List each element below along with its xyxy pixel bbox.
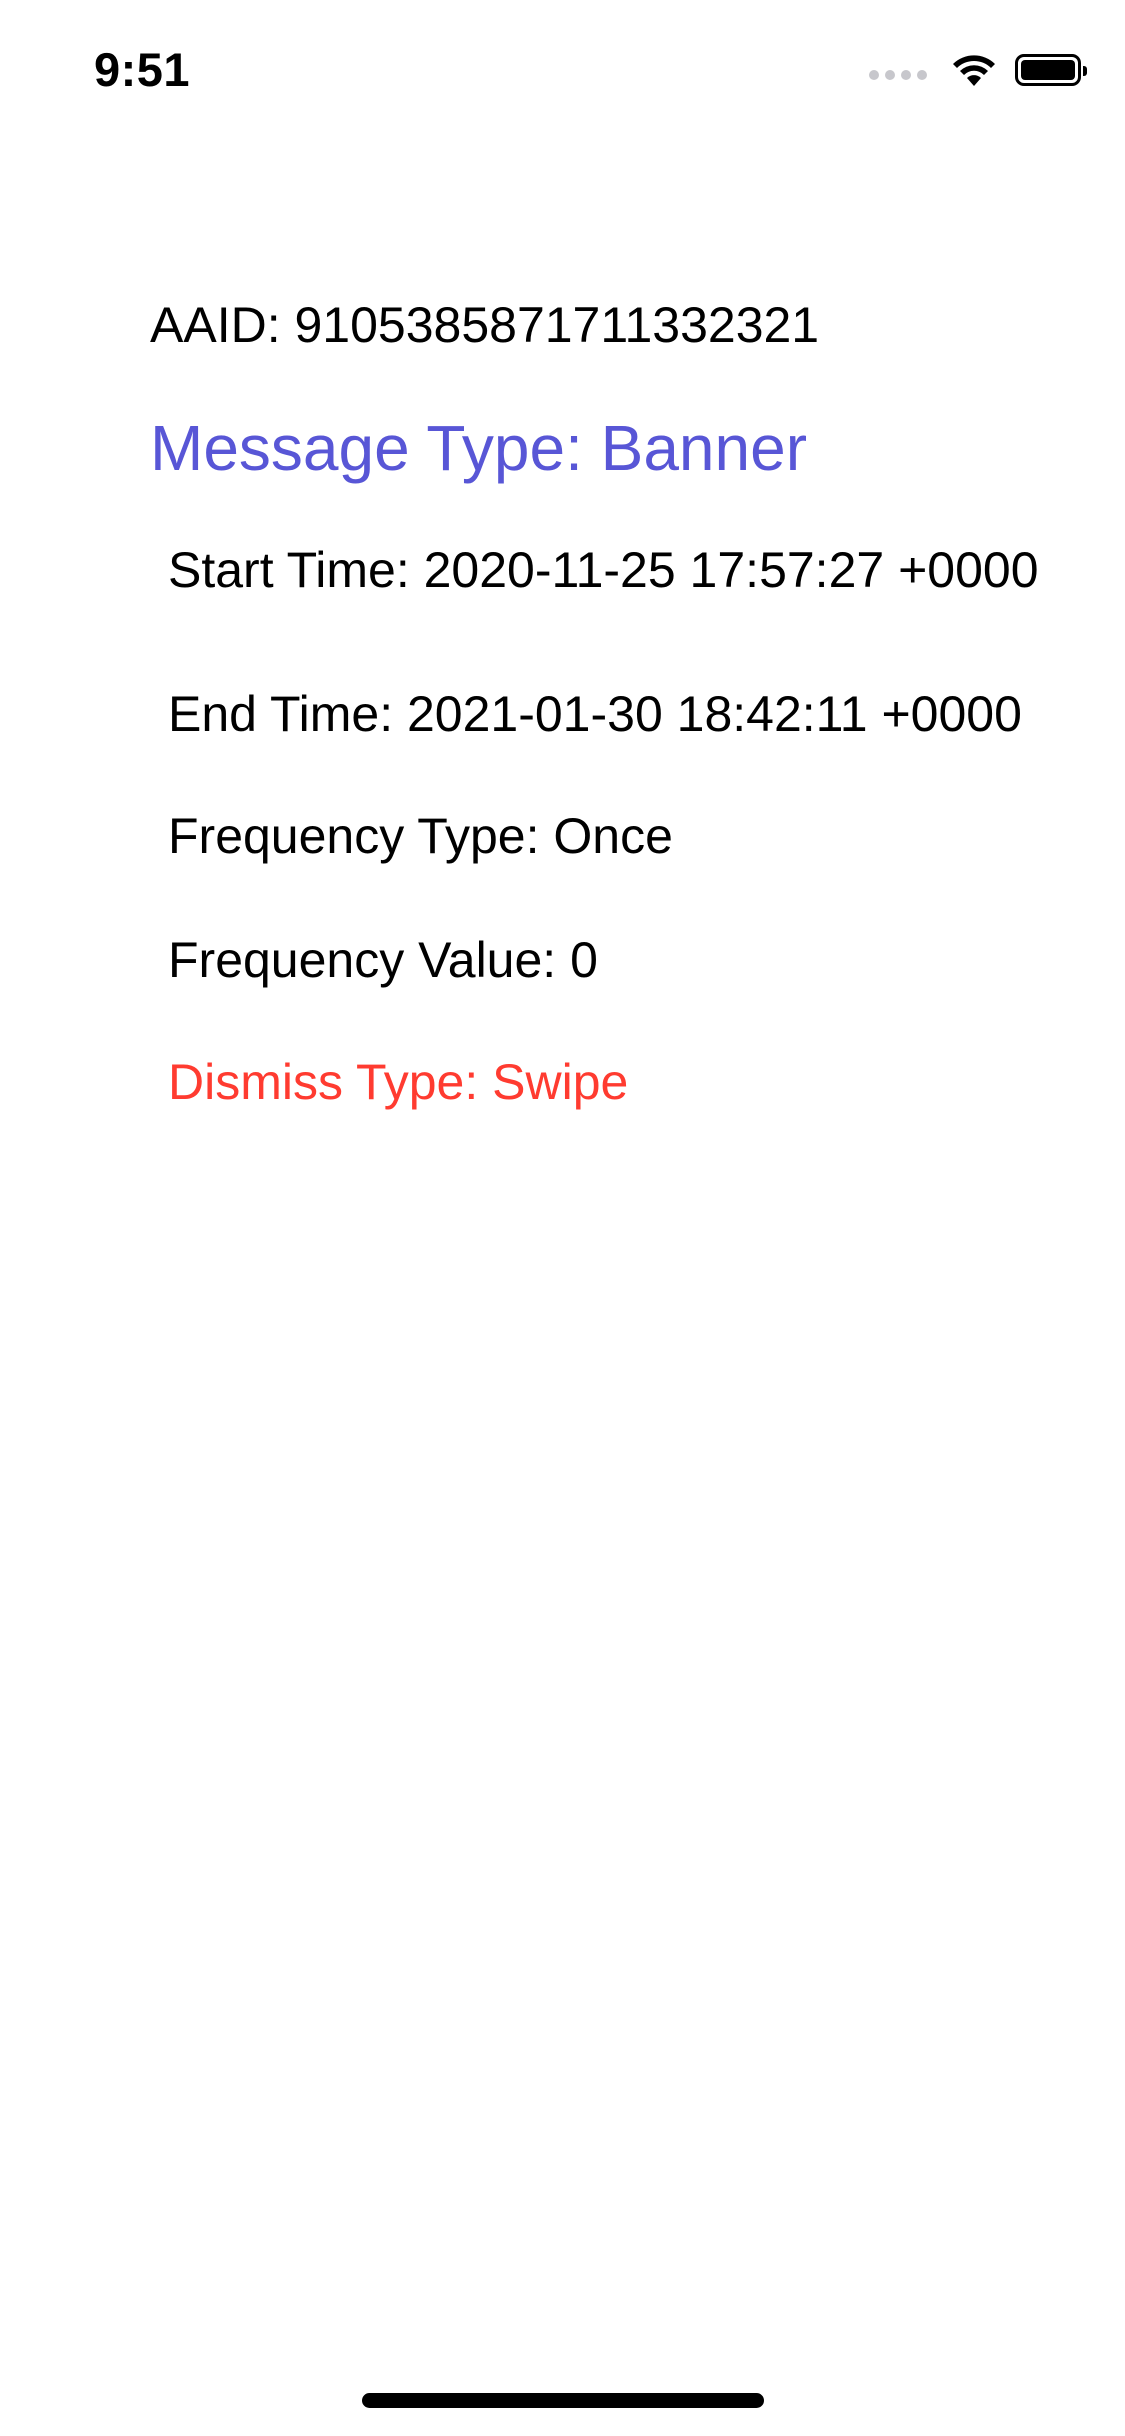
status-time: 9:51 (94, 43, 191, 96)
aaid-label: AAID: 9105385871711332321 (150, 297, 820, 353)
home-indicator[interactable] (362, 2393, 764, 2408)
signal-dots-icon (869, 60, 927, 80)
status-bar: 9:51 (0, 0, 1125, 140)
message-type-label: Message Type: Banner (150, 412, 807, 484)
end-time-label: End Time: 2021-01-30 18:42:11 +0000 (168, 686, 1022, 742)
frequency-type-label: Frequency Type: Once (168, 808, 673, 864)
status-icons (869, 48, 1087, 92)
wifi-icon (953, 55, 995, 86)
battery-icon (1015, 54, 1087, 86)
start-time-label: Start Time: 2020-11-25 17:57:27 +0000 (168, 542, 1039, 598)
dismiss-type-label: Dismiss Type: Swipe (168, 1054, 629, 1110)
frequency-value-label: Frequency Value: 0 (168, 932, 598, 988)
